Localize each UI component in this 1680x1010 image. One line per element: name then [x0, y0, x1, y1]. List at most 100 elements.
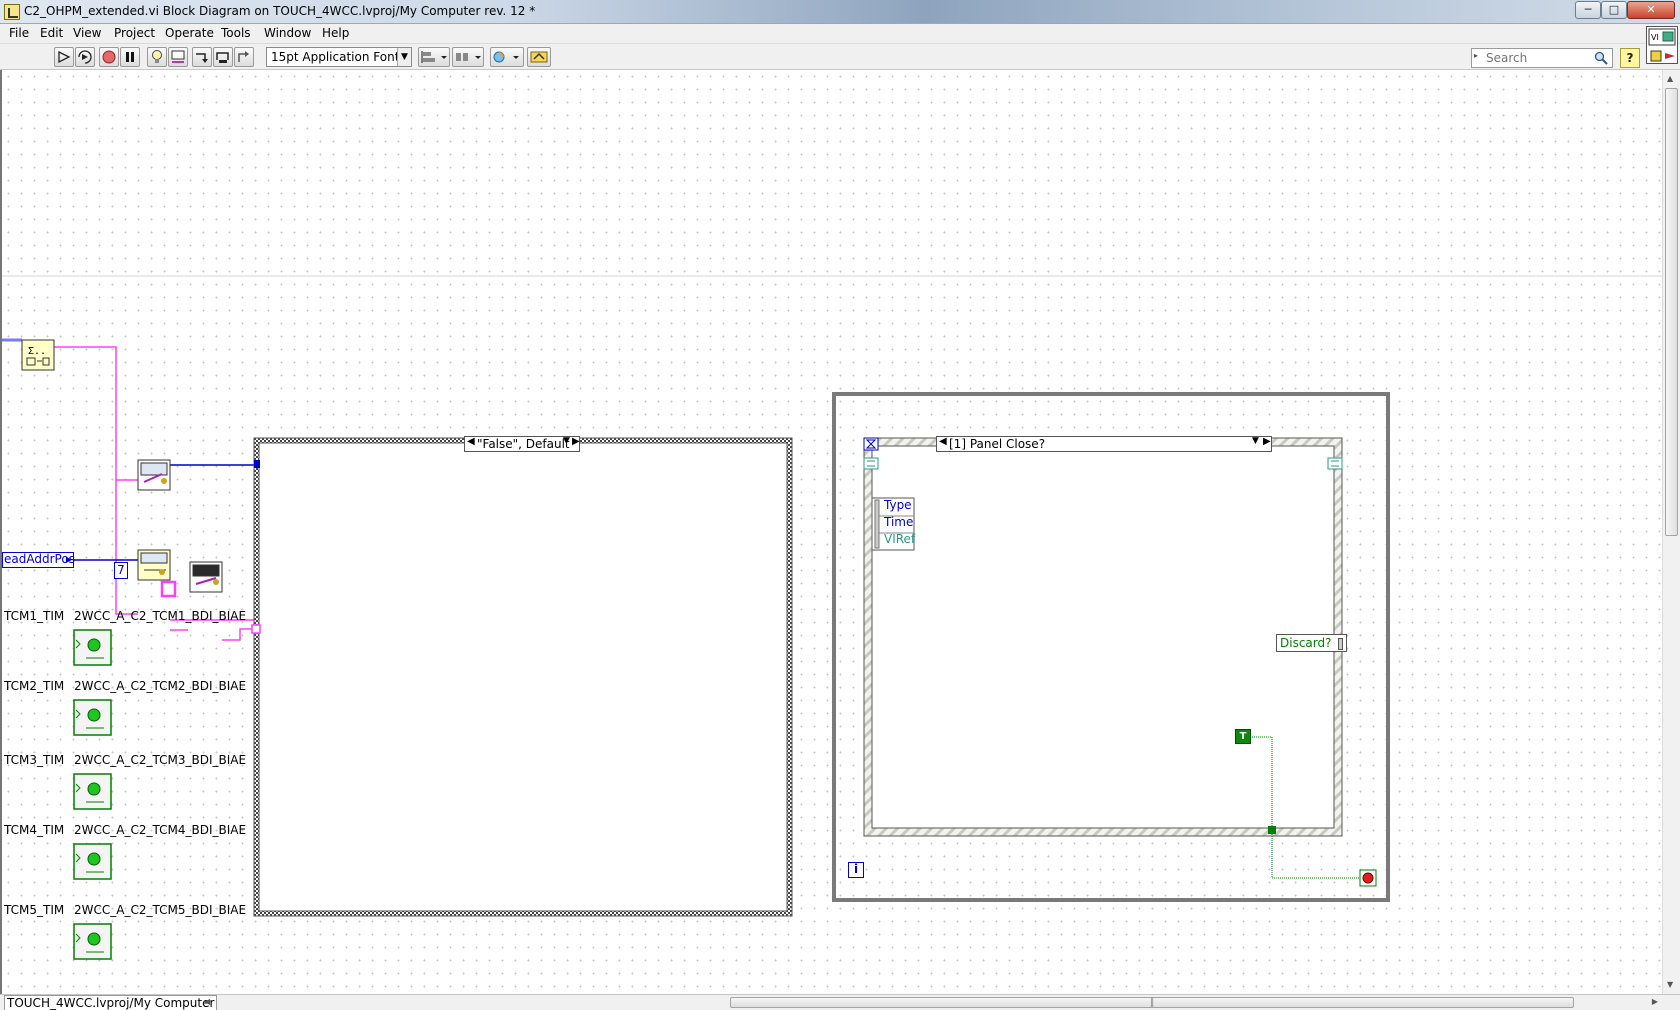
minimize-button[interactable]: ─ [1575, 1, 1601, 19]
reorder-dropdown[interactable] [490, 47, 524, 67]
event-timeout-terminal[interactable] [863, 437, 879, 451]
run-continuously-button[interactable] [75, 47, 95, 67]
led-indicator-2[interactable] [73, 699, 112, 736]
case-prev-icon[interactable]: ◀ [467, 436, 475, 447]
indicator-right-label-3: 2WCC_A_C2_TCM3_BDI_BIAE [74, 753, 247, 767]
horizontal-scroll-thumb[interactable]: ║ [730, 997, 1574, 1008]
align-objects-dropdown[interactable] [418, 47, 450, 67]
search-icon[interactable] [1594, 51, 1608, 65]
project-context: TOUCH_4WCC.lvproj/My Computer [4, 995, 218, 1010]
event-dropdown-icon[interactable]: ▼ [1252, 436, 1259, 446]
scroll-up-icon[interactable]: ▲ [1667, 74, 1673, 83]
case-structure[interactable] [251, 437, 793, 917]
menu-tools[interactable]: Tools [221, 26, 251, 40]
step-over-button[interactable] [213, 47, 233, 67]
scroll-right-icon[interactable]: ▶ [1652, 997, 1658, 1006]
led-indicator-4[interactable] [73, 843, 112, 880]
chevron-down-icon: ▼ [397, 48, 411, 66]
read-addr-pos-control[interactable]: eadAddrPos ▶ [2, 552, 75, 568]
labview-app-icon [4, 4, 20, 20]
font-label: 15pt Application Font [271, 50, 400, 64]
subvi-node-2[interactable] [137, 549, 171, 581]
menu-window[interactable]: Window [264, 26, 311, 40]
toolbar: 15pt Application Font ▼ ▸ ? [0, 44, 1680, 70]
step-out-icon [238, 51, 249, 62]
event-output-tunnel[interactable] [1268, 826, 1276, 834]
event-data-time[interactable]: Time [884, 515, 913, 529]
horizontal-scrollbar[interactable]: ◀ ║ ▶ [204, 995, 1662, 1010]
case-selector[interactable]: ◀ "False", Default ▼ ▶ [464, 436, 580, 452]
vertical-scroll-thumb[interactable] [1665, 88, 1678, 536]
pause-button[interactable] [120, 47, 140, 67]
case-selector-label: "False", Default [477, 437, 570, 451]
led-indicator-3[interactable] [73, 773, 112, 810]
menu-edit[interactable]: Edit [40, 26, 63, 40]
menu-operate[interactable]: Operate [165, 26, 214, 40]
loop-stop-terminal[interactable] [1359, 869, 1377, 887]
event-selector[interactable]: ◀ [1] Panel Close? ▼ ▶ [936, 436, 1272, 452]
discard-terminal[interactable]: Discard? [1276, 634, 1348, 652]
block-diagram-canvas[interactable]: Σ.. ◀ "False", Default ▼ ▶ ◀ [1] Panel C… [0, 70, 1662, 994]
iteration-terminal[interactable]: i [848, 862, 864, 878]
discard-label: Discard? [1280, 636, 1332, 650]
event-structure[interactable] [863, 437, 1343, 837]
case-dropdown-icon[interactable]: ▼ [563, 436, 570, 446]
close-button[interactable]: ✕ [1627, 1, 1675, 19]
search-box[interactable]: ▸ [1471, 48, 1613, 68]
abort-execution-button[interactable] [99, 47, 119, 67]
indicator-left-label-1: TCM1_TIM [4, 609, 65, 623]
led-indicator-1[interactable] [73, 629, 112, 666]
wire-cluster-pink[interactable] [2, 338, 254, 641]
retain-wire-values-button[interactable] [168, 47, 188, 67]
svg-text:VI: VI [1651, 33, 1659, 42]
discard-connector [1338, 637, 1344, 650]
stop-icon [102, 50, 116, 64]
highlight-execution-button[interactable] [147, 47, 167, 67]
true-constant[interactable]: T [1235, 729, 1251, 744]
menu-view[interactable]: View [73, 26, 101, 40]
scroll-left-icon[interactable]: ◀ [204, 997, 210, 1006]
indicator-left-label-4: TCM4_TIM [4, 823, 65, 837]
vi-connector-icon[interactable]: VI [1646, 26, 1678, 64]
vertical-scrollbar[interactable]: ▲ ▼ [1662, 70, 1680, 994]
indicator-right-label-2: 2WCC_A_C2_TCM2_BDI_BIAE [74, 679, 247, 693]
search-input[interactable] [1486, 50, 1586, 66]
window-title: C2_OHPM_extended.vi Block Diagram on TOU… [24, 4, 536, 18]
status-bar: TOUCH_4WCC.lvproj/My Computer ◀ ║ ▶ [0, 994, 1680, 1010]
event-data-viref[interactable]: VIRef [884, 532, 915, 546]
subvi-node-scan[interactable]: Σ.. [21, 339, 55, 371]
indicator-left-label-3: TCM3_TIM [4, 753, 65, 767]
subvi-node-1[interactable] [137, 459, 171, 491]
distribute-objects-dropdown[interactable] [452, 47, 484, 67]
probe-icon [171, 50, 185, 63]
scroll-down-icon[interactable]: ▼ [1667, 980, 1673, 989]
menu-project[interactable]: Project [114, 26, 155, 40]
case-next-icon[interactable]: ▶ [572, 436, 580, 447]
maximize-button[interactable]: □ [1601, 1, 1627, 19]
run-button[interactable] [54, 47, 74, 67]
pink-array-constant[interactable] [160, 580, 177, 598]
step-into-icon [196, 53, 208, 63]
menu-help[interactable]: Help [322, 26, 349, 40]
svg-text:Σ..: Σ.. [28, 346, 46, 357]
subvi-node-3[interactable] [189, 561, 223, 593]
menu-bar: File Edit View Project Operate Tools Win… [0, 24, 1680, 44]
event-dynamic-terminal-right[interactable] [1327, 457, 1343, 470]
distribute-icon [456, 53, 481, 61]
clean-up-diagram-button[interactable] [527, 47, 551, 67]
event-data-type[interactable]: Type [884, 498, 912, 512]
title-bar: C2_OHPM_extended.vi Block Diagram on TOU… [0, 0, 1680, 24]
align-icon [421, 51, 447, 63]
lightbulb-icon [152, 50, 162, 63]
step-into-button[interactable] [192, 47, 212, 67]
text-settings-dropdown[interactable]: 15pt Application Font ▼ [266, 47, 412, 67]
numeric-constant[interactable]: 7 [114, 562, 128, 579]
context-help-button[interactable]: ? [1620, 48, 1640, 68]
step-out-button[interactable] [234, 47, 254, 67]
event-prev-icon[interactable]: ◀ [939, 436, 947, 447]
step-over-icon [216, 52, 229, 63]
event-next-icon[interactable]: ▶ [1263, 436, 1271, 447]
led-indicator-5[interactable] [73, 923, 112, 960]
menu-file[interactable]: File [9, 26, 29, 40]
event-dynamic-terminal-left[interactable] [863, 457, 879, 470]
